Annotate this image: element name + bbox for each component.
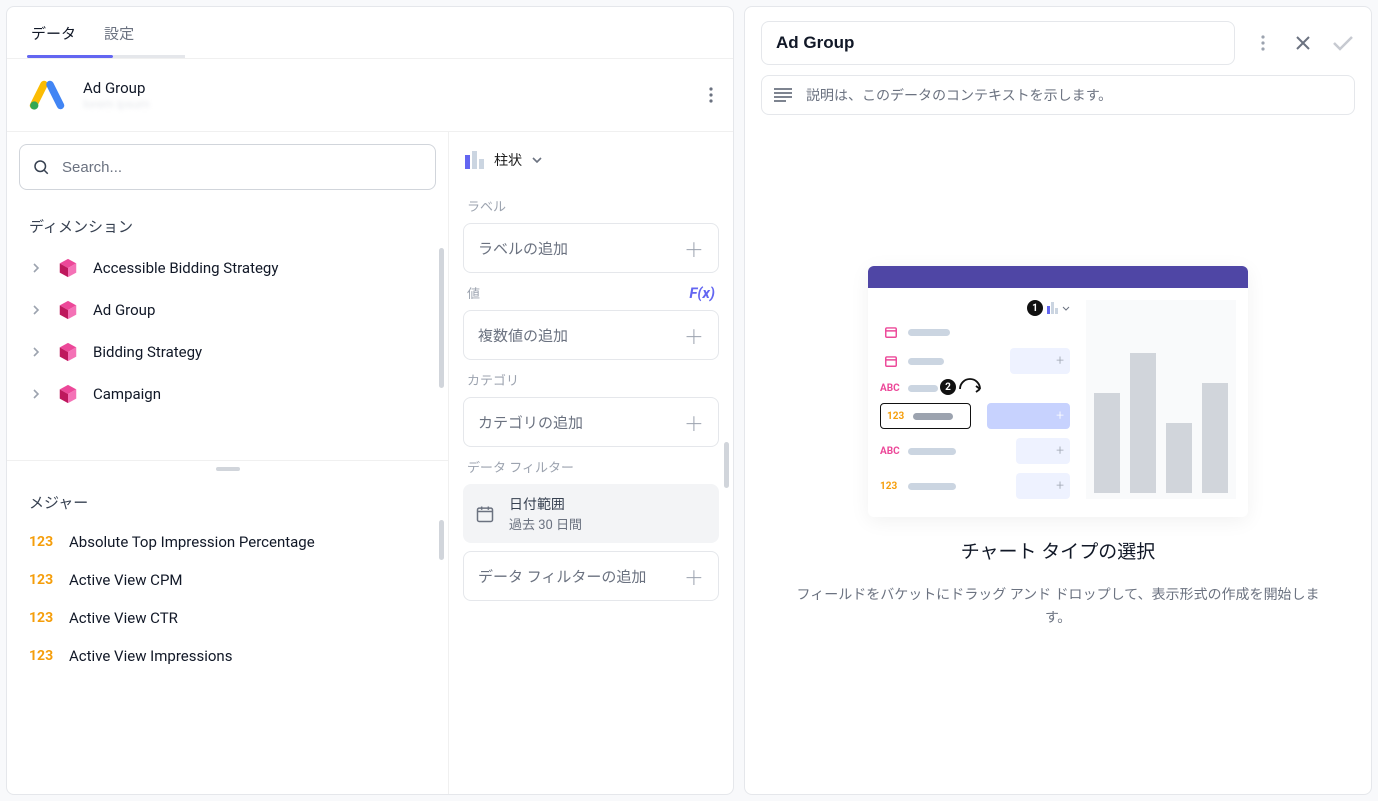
step-2-badge: 2 <box>940 379 956 395</box>
right-panel: 説明は、このデータのコンテキストを示します。 1 + ABC <box>744 6 1372 795</box>
description-placeholder: 説明は、このデータのコンテキストを示します。 <box>806 85 1112 105</box>
chart-canvas: 1 + ABC 2 123+ ABC+ 123+ <box>761 115 1355 780</box>
category-drop-target[interactable]: カテゴリの追加 ＋ <box>463 397 719 447</box>
plus-icon: ＋ <box>684 408 704 437</box>
measure-label: Active View CTR <box>69 609 178 627</box>
text-lines-icon <box>774 88 792 102</box>
placeholder-illustration: 1 + ABC 2 123+ ABC+ 123+ <box>868 266 1248 517</box>
number-type-icon: 123 <box>29 648 55 664</box>
number-type-icon: 123 <box>29 610 55 626</box>
measure-item[interactable]: 123 Absolute Top Impression Percentage <box>7 523 448 561</box>
cube-icon <box>57 383 79 405</box>
dimension-item[interactable]: Bidding Strategy <box>7 331 448 373</box>
value-bucket-title: 値 F(x) <box>467 283 715 302</box>
date-range-label: 日付範囲 <box>509 494 582 514</box>
number-type-icon: 123 <box>880 481 902 492</box>
measures-scrollbar[interactable] <box>439 520 444 560</box>
measure-label: Active View CPM <box>69 571 183 589</box>
close-button[interactable] <box>1291 31 1315 55</box>
data-source-header: Ad Group lorem ipsum <box>7 59 733 132</box>
cube-icon <box>57 299 79 321</box>
chart-title-input[interactable] <box>761 21 1235 65</box>
chevron-right-icon <box>29 305 43 315</box>
dimension-label: Accessible Bidding Strategy <box>93 259 278 277</box>
bar-chart-icon <box>465 151 484 169</box>
curve-arrow-icon <box>958 377 984 393</box>
cube-icon <box>57 341 79 363</box>
tabs: データ 設定 <box>7 7 733 59</box>
measures-section-title: メジャー <box>7 476 448 519</box>
dimension-label: Campaign <box>93 385 161 403</box>
placeholder-bars <box>1086 300 1236 499</box>
label-bucket-title: ラベル <box>467 196 715 215</box>
confirm-button[interactable] <box>1331 31 1355 55</box>
step-1-badge: 1 <box>1027 300 1043 316</box>
label-placeholder: ラベルの追加 <box>478 238 568 259</box>
category-bucket-title: カテゴリ <box>467 370 715 389</box>
config-scrollbar[interactable] <box>724 442 729 488</box>
value-placeholder: 複数値の追加 <box>478 325 568 346</box>
category-placeholder: カテゴリの追加 <box>478 412 583 433</box>
text-type-icon: ABC <box>880 383 902 394</box>
pane-resize-handle[interactable] <box>7 460 448 476</box>
plus-icon: ＋ <box>684 562 704 591</box>
google-ads-logo-icon <box>29 77 65 113</box>
value-drop-target[interactable]: 複数値の追加 ＋ <box>463 310 719 360</box>
dimension-item[interactable]: Ad Group <box>7 289 448 331</box>
placeholder-text: フィールドをバケットにドラッグ アンド ドロップして、表示形式の作成を開始します… <box>788 584 1328 629</box>
data-source-title: Ad Group <box>83 79 150 97</box>
search-input[interactable] <box>62 159 423 176</box>
mini-bar-icon <box>1047 302 1058 314</box>
dimensions-section-title: ディメンション <box>7 200 448 243</box>
date-range-filter[interactable]: 日付範囲 過去 30 日間 <box>463 484 719 543</box>
placeholder-title: チャート タイプの選択 <box>961 537 1156 564</box>
viz-type-selector[interactable]: 柱状 <box>463 146 719 186</box>
config-column: 柱状 ラベル ラベルの追加 ＋ 値 F(x) 複数値の追加 ＋ カテゴリ <box>449 132 733 794</box>
filter-section-title: データ フィルター <box>467 457 715 476</box>
dimension-label: Ad Group <box>93 301 155 319</box>
search-box[interactable] <box>19 144 436 190</box>
date-type-icon <box>880 354 902 368</box>
dimension-item[interactable]: Accessible Bidding Strategy <box>7 247 448 289</box>
chevron-right-icon <box>29 389 43 399</box>
number-type-icon: 123 <box>887 411 909 422</box>
data-source-more-button[interactable] <box>709 87 713 103</box>
number-type-icon: 123 <box>29 572 55 588</box>
measure-item[interactable]: 123 Active View CPM <box>7 561 448 599</box>
number-type-icon: 123 <box>29 534 55 550</box>
date-range-value: 過去 30 日間 <box>509 514 582 533</box>
fields-column: ディメンション Accessible Bidding Strategy Ad G… <box>7 132 449 794</box>
date-type-icon <box>880 325 902 339</box>
filter-placeholder: データ フィルターの追加 <box>478 566 646 587</box>
plus-icon: ＋ <box>684 321 704 350</box>
measure-item[interactable]: 123 Active View Impressions <box>7 637 448 675</box>
search-icon <box>32 158 50 176</box>
chevron-down-icon <box>532 157 542 163</box>
data-source-subtitle: lorem ipsum <box>83 97 150 111</box>
fx-button[interactable]: F(x) <box>689 284 715 302</box>
measure-label: Active View Impressions <box>69 647 232 665</box>
filter-drop-target[interactable]: データ フィルターの追加 ＋ <box>463 551 719 601</box>
chart-description-input[interactable]: 説明は、このデータのコンテキストを示します。 <box>761 75 1355 115</box>
label-drop-target[interactable]: ラベルの追加 ＋ <box>463 223 719 273</box>
more-options-button[interactable] <box>1251 31 1275 55</box>
dimension-label: Bidding Strategy <box>93 343 202 361</box>
cube-icon <box>57 257 79 279</box>
left-panel: データ 設定 Ad Group lorem ipsum <box>6 6 734 795</box>
measure-item[interactable]: 123 Active View CTR <box>7 599 448 637</box>
chevron-right-icon <box>29 263 43 273</box>
dimension-item[interactable]: Campaign <box>7 373 448 415</box>
measure-label: Absolute Top Impression Percentage <box>69 533 315 551</box>
text-type-icon: ABC <box>880 446 902 457</box>
dimensions-scrollbar[interactable] <box>439 248 444 388</box>
viz-type-label: 柱状 <box>494 150 522 170</box>
chevron-right-icon <box>29 347 43 357</box>
active-tab-indicator <box>27 55 113 58</box>
tab-settings[interactable]: 設定 <box>104 23 134 58</box>
plus-icon: ＋ <box>684 234 704 263</box>
tab-data[interactable]: データ <box>31 23 76 58</box>
calendar-icon <box>475 504 495 524</box>
